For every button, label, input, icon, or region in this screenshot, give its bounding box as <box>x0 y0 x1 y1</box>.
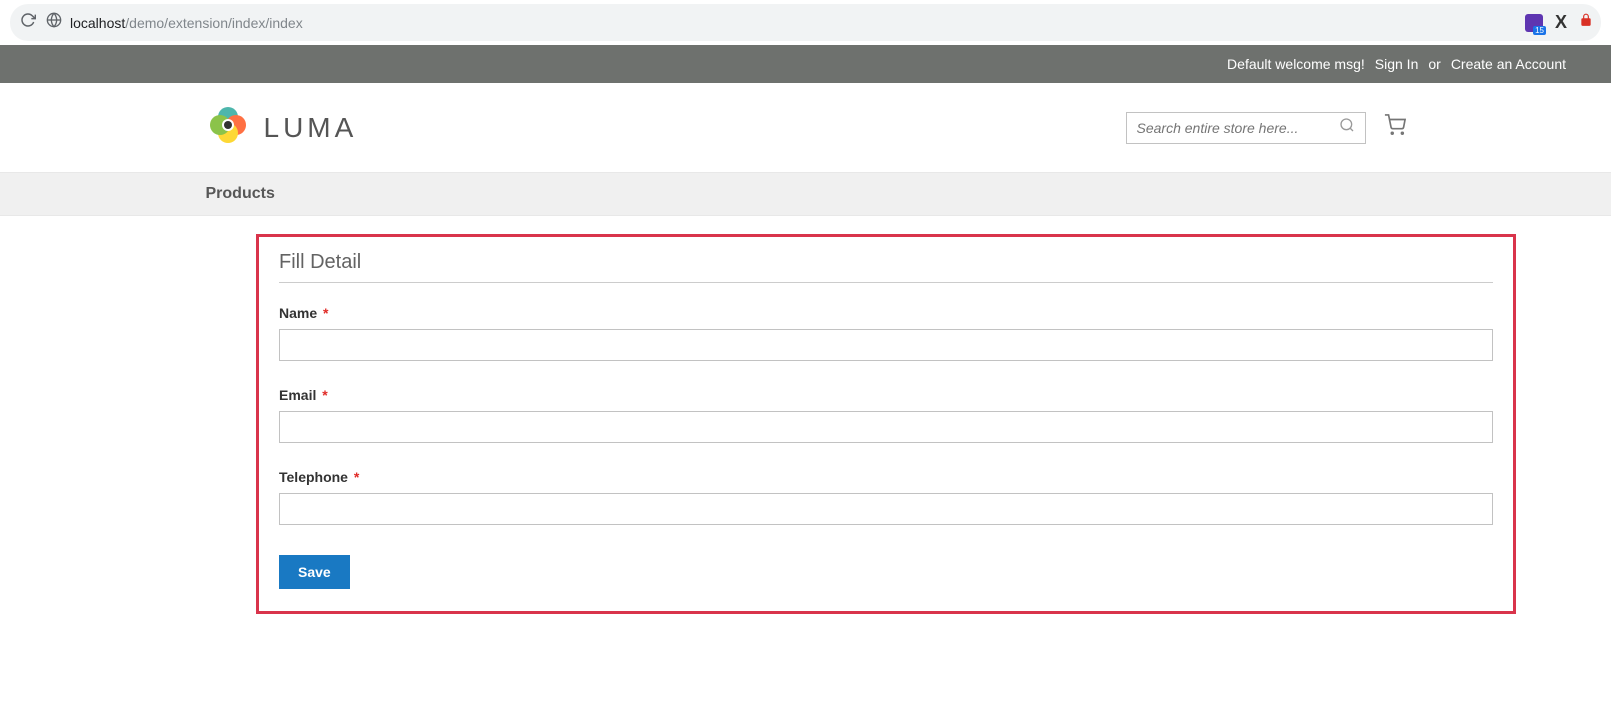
field-name: Name * <box>279 305 1493 361</box>
welcome-message: Default welcome msg! <box>1227 56 1365 72</box>
top-panel: Default welcome msg! Sign In or Create a… <box>0 45 1611 83</box>
save-button[interactable]: Save <box>279 555 350 589</box>
page-content: Fill Detail Name * Email * Telephone * S… <box>0 216 1611 632</box>
email-label: Email * <box>279 387 1493 403</box>
url-host: localhost <box>70 15 125 31</box>
browser-address-bar: localhost/demo/extension/index/index X <box>10 4 1601 41</box>
form-highlight-box: Fill Detail Name * Email * Telephone * S… <box>256 234 1516 614</box>
search-input[interactable] <box>1137 120 1339 136</box>
search-box <box>1126 112 1366 144</box>
field-email: Email * <box>279 387 1493 443</box>
url-text[interactable]: localhost/demo/extension/index/index <box>70 15 303 31</box>
nav-bar: Products <box>0 172 1611 216</box>
search-icon[interactable] <box>1339 117 1355 138</box>
cart-icon[interactable] <box>1384 114 1406 141</box>
logo[interactable]: LUMA <box>206 103 358 152</box>
or-text: or <box>1428 56 1440 72</box>
extension-x-icon[interactable]: X <box>1555 12 1567 33</box>
url-path: /demo/extension/index/index <box>125 15 302 31</box>
reload-icon[interactable] <box>20 12 36 33</box>
header: LUMA <box>166 83 1446 172</box>
telephone-input[interactable] <box>279 493 1493 525</box>
globe-icon <box>46 12 62 33</box>
telephone-label: Telephone * <box>279 469 1493 485</box>
email-input[interactable] <box>279 411 1493 443</box>
extension-lock-icon[interactable] <box>1579 12 1593 33</box>
nav-products[interactable]: Products <box>206 185 275 202</box>
logo-text: LUMA <box>264 112 358 144</box>
browser-extension-icons: X <box>1525 12 1593 33</box>
logo-icon <box>206 103 250 152</box>
create-account-link[interactable]: Create an Account <box>1451 56 1566 72</box>
form-legend: Fill Detail <box>279 251 1493 283</box>
field-telephone: Telephone * <box>279 469 1493 525</box>
sign-in-link[interactable]: Sign In <box>1375 56 1419 72</box>
name-input[interactable] <box>279 329 1493 361</box>
extension-badge-icon[interactable] <box>1525 14 1543 32</box>
name-label: Name * <box>279 305 1493 321</box>
